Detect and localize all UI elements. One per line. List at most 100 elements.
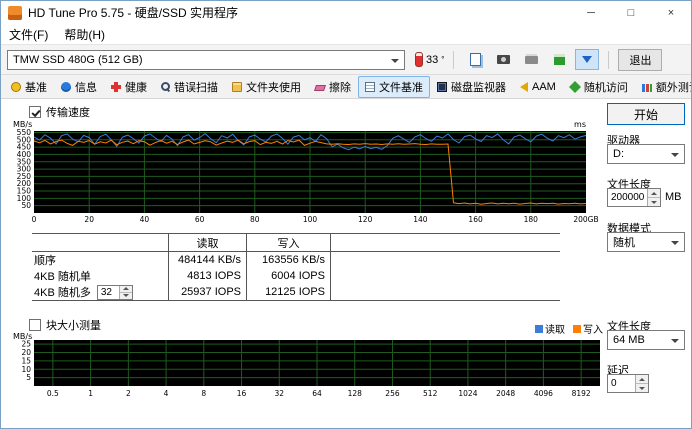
save-button[interactable] [547, 49, 571, 70]
drive-select-combobox[interactable]: TMW SSD 480G (512 GB) [7, 49, 405, 70]
tab-erase[interactable]: 擦除 [308, 76, 358, 98]
svg-text:32: 32 [274, 389, 284, 398]
toolbar-separator [608, 50, 610, 69]
temperature-indicator: 33 ° [415, 52, 444, 67]
svg-text:MB/s: MB/s [13, 333, 32, 341]
tab-label: 错误扫描 [174, 81, 218, 94]
spinner-up-button[interactable] [636, 375, 648, 384]
temperature-value: 33 [426, 53, 439, 66]
tab-extra-tests[interactable]: 额外测试 [635, 76, 691, 98]
spinner-down-button[interactable] [119, 292, 132, 299]
screenshot-button[interactable] [491, 49, 515, 70]
tab-label: 基准 [25, 81, 47, 94]
table-row-4k-random-single: 4KB 随机单 4813 IOPS 6004 IOPS [32, 268, 560, 284]
svg-text:8: 8 [201, 389, 206, 398]
svg-text:100: 100 [303, 215, 318, 224]
svg-text:64: 64 [312, 389, 322, 398]
delay-value: 0 [611, 378, 617, 389]
minimize-button[interactable]: ─ [571, 1, 611, 24]
queue-depth-spinner[interactable]: 32 [96, 284, 133, 300]
svg-text:2: 2 [126, 389, 131, 398]
write-color-swatch [573, 324, 581, 333]
svg-text:4096: 4096 [534, 389, 553, 398]
read-column-header: 读取 [169, 234, 247, 251]
tab-label: AAM [532, 80, 556, 93]
svg-text:140: 140 [413, 215, 428, 224]
tab-info[interactable]: 信息 [54, 76, 104, 98]
info-icon [61, 81, 71, 92]
copy-pages-icon [469, 53, 481, 66]
spinner-down-button[interactable] [636, 384, 648, 392]
svg-text:256: 256 [385, 389, 400, 398]
drive-select-value: TMW SSD 480G (512 GB) [13, 53, 143, 66]
tab-label: 信息 [75, 81, 97, 94]
export-button[interactable] [575, 49, 600, 70]
tab-disk-monitor[interactable]: 磁盘监视器 [430, 76, 513, 98]
file-length-spinner[interactable]: 200000 [607, 188, 661, 207]
block-file-length-combobox[interactable]: 64 MB [607, 330, 685, 350]
drive-combobox[interactable]: D: [607, 144, 685, 164]
chevron-down-icon [671, 339, 679, 343]
tab-random-access[interactable]: 随机访问 [563, 76, 635, 98]
tab-label: 随机访问 [583, 81, 628, 94]
spinner-down-button[interactable] [648, 198, 660, 206]
close-button[interactable]: × [651, 1, 691, 24]
data-pattern-combobox[interactable]: 随机 [607, 232, 685, 252]
svg-text:8192: 8192 [572, 389, 591, 398]
queue-depth-value: 32 [100, 286, 112, 298]
block-size-checkbox[interactable]: 块大小测量 [29, 317, 101, 333]
file-benchmark-panel: 传输速度 550 500 450 400 350 300 250 200 150 100 50 0 20… [1, 99, 691, 428]
maximize-button[interactable]: □ [611, 1, 651, 24]
menu-bar: 文件(F) 帮助(H) [1, 24, 691, 44]
svg-text:ms: ms [574, 120, 586, 129]
copy-button[interactable] [463, 49, 487, 70]
table-row-4k-random-multi: 4KB 随机多 32 25937 IOPS 12125 IOPS [32, 284, 560, 300]
svg-text:16: 16 [237, 389, 247, 398]
svg-text:0.5: 0.5 [47, 389, 59, 398]
block-file-length-value: 64 MB [613, 334, 645, 346]
checkbox-unchecked-icon [29, 319, 41, 331]
svg-text:1: 1 [88, 389, 93, 398]
window-title: HD Tune Pro 5.75 - 硬盘/SSD 实用程序 [28, 6, 239, 20]
svg-text:180: 180 [524, 215, 539, 224]
row-label-text: 4KB 随机多 [34, 287, 91, 299]
tab-bar: 基准 信息 健康 错误扫描 文件夹使用 擦除 文件基准 磁盘监视器 AAM 随机… [1, 75, 691, 99]
delay-spinner[interactable]: 0 [607, 374, 649, 393]
checkbox-checked-icon [29, 106, 41, 118]
row-label: 4KB 随机多 32 [32, 284, 169, 300]
transfer-speed-checkbox[interactable]: 传输速度 [29, 104, 90, 120]
toolbar-separator [453, 50, 455, 69]
random-single-write-value: 6004 IOPS [247, 268, 331, 284]
svg-text:60: 60 [195, 215, 205, 224]
tab-error-scan[interactable]: 错误扫描 [154, 76, 225, 98]
block-size-chart: 2520151050.5 1 2 4 8 16 32 64 128 256 512 1024 2048 4… [13, 333, 600, 398]
error-scan-icon [161, 82, 170, 91]
svg-text:128: 128 [348, 389, 363, 398]
exit-button[interactable]: 退出 [618, 48, 663, 71]
tab-benchmark[interactable]: 基准 [4, 76, 54, 98]
menu-file[interactable]: 文件(F) [1, 24, 56, 44]
tab-label: 擦除 [329, 81, 351, 94]
svg-text:80: 80 [250, 215, 260, 224]
menu-help[interactable]: 帮助(H) [56, 24, 113, 44]
thermometer-icon [415, 52, 423, 67]
tab-file-benchmark[interactable]: 文件基准 [358, 75, 430, 98]
printer-icon [524, 55, 538, 64]
spinner-up-button[interactable] [648, 189, 660, 198]
tab-folder-usage[interactable]: 文件夹使用 [225, 76, 308, 98]
spinner-up-button[interactable] [119, 285, 132, 293]
health-icon [111, 81, 121, 92]
app-window: HD Tune Pro 5.75 - 硬盘/SSD 实用程序 ─ □ × 文件(… [0, 0, 692, 429]
tab-health[interactable]: 健康 [104, 76, 154, 98]
row-label: 4KB 随机单 [32, 268, 169, 284]
random-access-icon [568, 80, 581, 93]
benchmark-icon [11, 81, 21, 92]
tab-aam[interactable]: AAM [513, 78, 563, 96]
data-pattern-value: 随机 [613, 237, 635, 249]
drive-value: D: [613, 148, 624, 160]
start-button[interactable]: 开始 [607, 103, 685, 125]
random-multi-read-value: 25937 IOPS [169, 284, 247, 300]
svg-text:1024: 1024 [458, 389, 477, 398]
transfer-speed-label: 传输速度 [46, 107, 90, 119]
print-button[interactable] [519, 49, 543, 70]
